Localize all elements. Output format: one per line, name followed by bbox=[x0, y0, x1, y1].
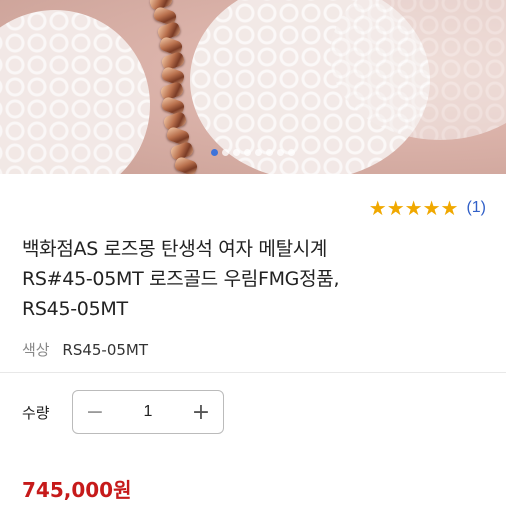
price: 745,000원 bbox=[22, 478, 132, 502]
product-title-line: 백화점AS 로즈몽 탄생석 여자 메탈시계 bbox=[22, 238, 328, 260]
carousel-dot[interactable] bbox=[233, 149, 240, 156]
carousel-dot[interactable] bbox=[222, 149, 229, 156]
increase-quantity-button[interactable]: + bbox=[179, 391, 223, 433]
quantity-stepper[interactable]: − 1 + bbox=[72, 390, 224, 434]
rating-stars: ★★★★★ bbox=[369, 197, 459, 219]
star-icon: ★ bbox=[422, 196, 441, 220]
carousel-dot[interactable] bbox=[277, 149, 284, 156]
review-count[interactable]: (1) bbox=[466, 199, 486, 217]
star-icon: ★ bbox=[368, 196, 387, 220]
product-title-line: RS#45-05MT 로즈골드 우림FMG정품, bbox=[22, 268, 340, 290]
product-option: 색상 RS45-05MT bbox=[22, 339, 148, 360]
decrease-quantity-button[interactable]: − bbox=[73, 391, 117, 433]
carousel-dot[interactable] bbox=[288, 149, 295, 156]
star-icon: ★ bbox=[404, 196, 423, 220]
product-title: 백화점AS 로즈몽 탄생석 여자 메탈시계 RS#45-05MT 로즈골드 우림… bbox=[22, 234, 492, 324]
star-icon: ★ bbox=[440, 196, 459, 220]
option-label: 색상 bbox=[22, 341, 50, 359]
option-value: RS45-05MT bbox=[62, 341, 149, 359]
star-icon: ★ bbox=[386, 196, 405, 220]
rating[interactable]: ★★★★★ (1) bbox=[369, 197, 486, 219]
carousel-dot[interactable] bbox=[255, 149, 262, 156]
quantity-value[interactable]: 1 bbox=[117, 403, 179, 421]
carousel-dot[interactable] bbox=[244, 149, 251, 156]
product-image[interactable] bbox=[0, 0, 506, 174]
carousel-indicator bbox=[0, 149, 506, 157]
carousel-dot[interactable] bbox=[211, 149, 218, 156]
product-title-line: RS45-05MT bbox=[22, 298, 128, 320]
divider bbox=[0, 372, 506, 373]
chain-link bbox=[173, 155, 200, 174]
carousel-dot[interactable] bbox=[266, 149, 273, 156]
quantity-label: 수량 bbox=[22, 404, 50, 422]
